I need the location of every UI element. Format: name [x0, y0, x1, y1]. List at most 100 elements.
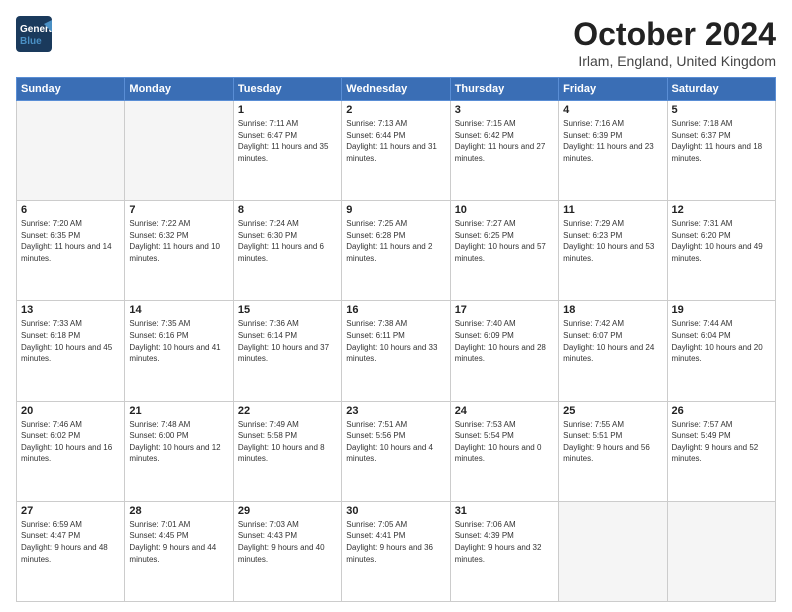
day-info: Sunrise: 7:27 AM Sunset: 6:25 PM Dayligh… — [455, 218, 554, 264]
day-number: 19 — [672, 304, 771, 316]
calendar-cell: 21 Sunrise: 7:48 AM Sunset: 6:00 PM Dayli… — [125, 401, 233, 501]
day-number: 4 — [563, 104, 662, 116]
day-info: Sunrise: 7:16 AM Sunset: 6:39 PM Dayligh… — [563, 118, 662, 164]
day-info: Sunrise: 7:40 AM Sunset: 6:09 PM Dayligh… — [455, 318, 554, 364]
col-sunday: Sunday — [17, 78, 125, 101]
calendar-cell: 12 Sunrise: 7:31 AM Sunset: 6:20 PM Dayli… — [667, 201, 775, 301]
col-thursday: Thursday — [450, 78, 558, 101]
day-info: Sunrise: 7:35 AM Sunset: 6:16 PM Dayligh… — [129, 318, 228, 364]
calendar-cell: 4 Sunrise: 7:16 AM Sunset: 6:39 PM Daylig… — [559, 101, 667, 201]
calendar-cell: 14 Sunrise: 7:35 AM Sunset: 6:16 PM Dayli… — [125, 301, 233, 401]
calendar-cell: 31 Sunrise: 7:06 AM Sunset: 4:39 PM Dayli… — [450, 501, 558, 601]
calendar-cell: 3 Sunrise: 7:15 AM Sunset: 6:42 PM Daylig… — [450, 101, 558, 201]
day-number: 21 — [129, 405, 228, 417]
day-number: 31 — [455, 505, 554, 517]
day-info: Sunrise: 7:38 AM Sunset: 6:11 PM Dayligh… — [346, 318, 445, 364]
day-info: Sunrise: 7:57 AM Sunset: 5:49 PM Dayligh… — [672, 419, 771, 465]
calendar-cell: 29 Sunrise: 7:03 AM Sunset: 4:43 PM Dayli… — [233, 501, 341, 601]
day-number: 6 — [21, 204, 120, 216]
calendar-cell: 28 Sunrise: 7:01 AM Sunset: 4:45 PM Dayli… — [125, 501, 233, 601]
calendar-cell: 16 Sunrise: 7:38 AM Sunset: 6:11 PM Dayli… — [342, 301, 450, 401]
day-number: 15 — [238, 304, 337, 316]
day-info: Sunrise: 7:31 AM Sunset: 6:20 PM Dayligh… — [672, 218, 771, 264]
month-title: October 2024 — [573, 16, 776, 53]
day-info: Sunrise: 7:22 AM Sunset: 6:32 PM Dayligh… — [129, 218, 228, 264]
calendar-cell — [125, 101, 233, 201]
day-info: Sunrise: 6:59 AM Sunset: 4:47 PM Dayligh… — [21, 519, 120, 565]
day-info: Sunrise: 7:44 AM Sunset: 6:04 PM Dayligh… — [672, 318, 771, 364]
calendar-cell: 20 Sunrise: 7:46 AM Sunset: 6:02 PM Dayli… — [17, 401, 125, 501]
calendar-cell: 30Sunrise: 7:05 AM Sunset: 4:41 PM Dayli… — [342, 501, 450, 601]
calendar-cell: 6 Sunrise: 7:20 AM Sunset: 6:35 PM Daylig… — [17, 201, 125, 301]
calendar-week-row: 6 Sunrise: 7:20 AM Sunset: 6:35 PM Daylig… — [17, 201, 776, 301]
day-info: Sunrise: 7:25 AM Sunset: 6:28 PM Dayligh… — [346, 218, 445, 264]
calendar-week-row: 13 Sunrise: 7:33 AM Sunset: 6:18 PM Dayli… — [17, 301, 776, 401]
calendar-cell: 10 Sunrise: 7:27 AM Sunset: 6:25 PM Dayli… — [450, 201, 558, 301]
day-info: Sunrise: 7:03 AM Sunset: 4:43 PM Dayligh… — [238, 519, 337, 565]
calendar-header-row: Sunday Monday Tuesday Wednesday Thursday… — [17, 78, 776, 101]
day-number: 29 — [238, 505, 337, 517]
day-number: 14 — [129, 304, 228, 316]
day-info: Sunrise: 7:33 AM Sunset: 6:18 PM Dayligh… — [21, 318, 120, 364]
day-info: Sunrise: 7:01 AM Sunset: 4:45 PM Dayligh… — [129, 519, 228, 565]
day-number: 10 — [455, 204, 554, 216]
day-number: 16 — [346, 304, 445, 316]
calendar-cell: 15 Sunrise: 7:36 AM Sunset: 6:14 PM Dayli… — [233, 301, 341, 401]
day-number: 26 — [672, 405, 771, 417]
day-number: 9 — [346, 204, 445, 216]
day-info: Sunrise: 7:11 AM Sunset: 6:47 PM Dayligh… — [238, 118, 337, 164]
day-number: 8 — [238, 204, 337, 216]
day-number: 25 — [563, 405, 662, 417]
calendar-cell: 5 Sunrise: 7:18 AM Sunset: 6:37 PM Daylig… — [667, 101, 775, 201]
day-number: 7 — [129, 204, 228, 216]
day-info: Sunrise: 7:46 AM Sunset: 6:02 PM Dayligh… — [21, 419, 120, 465]
day-info: Sunrise: 7:18 AM Sunset: 6:37 PM Dayligh… — [672, 118, 771, 164]
day-info: Sunrise: 7:20 AM Sunset: 6:35 PM Dayligh… — [21, 218, 120, 264]
calendar-cell: 23 Sunrise: 7:51 AM Sunset: 5:56 PM Dayli… — [342, 401, 450, 501]
day-info: Sunrise: 7:24 AM Sunset: 6:30 PM Dayligh… — [238, 218, 337, 264]
day-number: 23 — [346, 405, 445, 417]
day-number: 24 — [455, 405, 554, 417]
calendar-cell: 19 Sunrise: 7:44 AM Sunset: 6:04 PM Dayli… — [667, 301, 775, 401]
calendar-cell: 1 Sunrise: 7:11 AM Sunset: 6:47 PM Daylig… — [233, 101, 341, 201]
calendar-cell: 2Sunrise: 7:13 AM Sunset: 6:44 PM Daylig… — [342, 101, 450, 201]
day-number: 28 — [129, 505, 228, 517]
calendar-cell — [667, 501, 775, 601]
day-info: Sunrise: 7:36 AM Sunset: 6:14 PM Dayligh… — [238, 318, 337, 364]
col-friday: Friday — [559, 78, 667, 101]
day-info: Sunrise: 7:48 AM Sunset: 6:00 PM Dayligh… — [129, 419, 228, 465]
day-number: 17 — [455, 304, 554, 316]
calendar-cell: 7 Sunrise: 7:22 AM Sunset: 6:32 PM Daylig… — [125, 201, 233, 301]
calendar-cell: 25 Sunrise: 7:55 AM Sunset: 5:51 PM Dayli… — [559, 401, 667, 501]
day-number: 27 — [21, 505, 120, 517]
calendar-cell: 9 Sunrise: 7:25 AM Sunset: 6:28 PM Daylig… — [342, 201, 450, 301]
calendar-cell: 11 Sunrise: 7:29 AM Sunset: 6:23 PM Dayli… — [559, 201, 667, 301]
day-info: Sunrise: 7:42 AM Sunset: 6:07 PM Dayligh… — [563, 318, 662, 364]
day-number: 12 — [672, 204, 771, 216]
day-number: 20 — [21, 405, 120, 417]
calendar-cell: 13 Sunrise: 7:33 AM Sunset: 6:18 PM Dayli… — [17, 301, 125, 401]
location: Irlam, England, United Kingdom — [573, 53, 776, 69]
day-number: 5 — [672, 104, 771, 116]
calendar-cell — [17, 101, 125, 201]
day-info: Sunrise: 7:15 AM Sunset: 6:42 PM Dayligh… — [455, 118, 554, 164]
day-number: 11 — [563, 204, 662, 216]
logo: General Blue — [16, 16, 52, 52]
day-number: 1 — [238, 104, 337, 116]
day-number: 18 — [563, 304, 662, 316]
day-number: 22 — [238, 405, 337, 417]
day-number: 3 — [455, 104, 554, 116]
calendar-cell — [559, 501, 667, 601]
calendar-cell: 22Sunrise: 7:49 AM Sunset: 5:58 PM Dayli… — [233, 401, 341, 501]
title-section: October 2024 Irlam, England, United King… — [573, 16, 776, 69]
calendar-cell: 27 Sunrise: 6:59 AM Sunset: 4:47 PM Dayli… — [17, 501, 125, 601]
calendar-week-row: 1 Sunrise: 7:11 AM Sunset: 6:47 PM Daylig… — [17, 101, 776, 201]
calendar-cell: 26 Sunrise: 7:57 AM Sunset: 5:49 PM Dayli… — [667, 401, 775, 501]
day-number: 13 — [21, 304, 120, 316]
day-info: Sunrise: 7:06 AM Sunset: 4:39 PM Dayligh… — [455, 519, 554, 565]
day-info: Sunrise: 7:55 AM Sunset: 5:51 PM Dayligh… — [563, 419, 662, 465]
day-info: Sunrise: 7:51 AM Sunset: 5:56 PM Dayligh… — [346, 419, 445, 465]
day-info: Sunrise: 7:29 AM Sunset: 6:23 PM Dayligh… — [563, 218, 662, 264]
day-info: Sunrise: 7:13 AM Sunset: 6:44 PM Dayligh… — [346, 118, 445, 164]
calendar-week-row: 20 Sunrise: 7:46 AM Sunset: 6:02 PM Dayli… — [17, 401, 776, 501]
